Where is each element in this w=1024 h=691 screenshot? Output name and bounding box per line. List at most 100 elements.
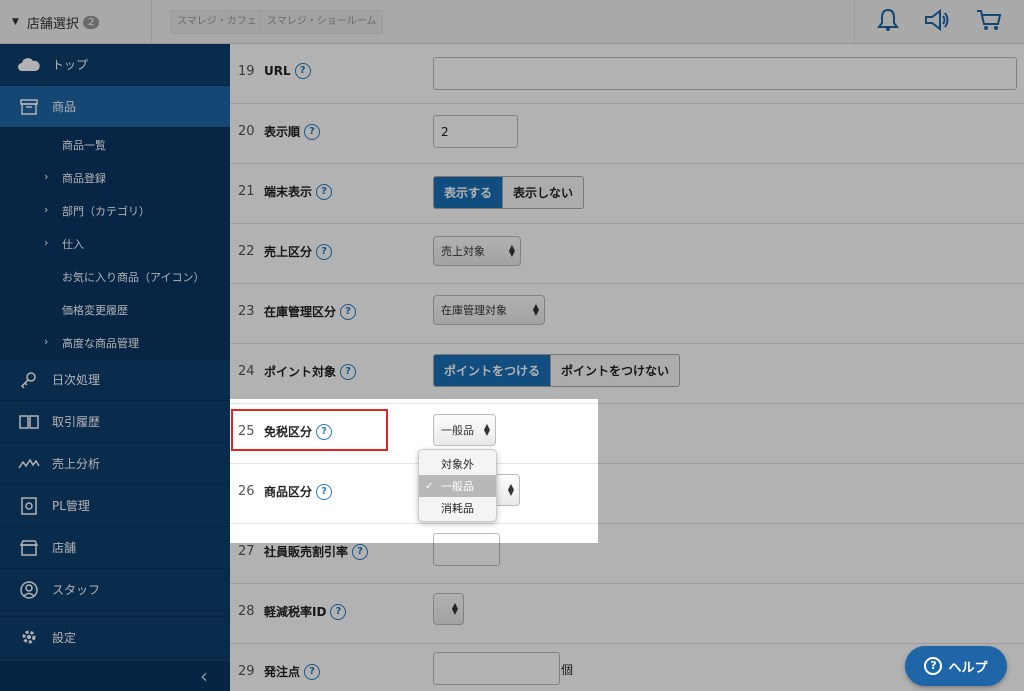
box-icon [18, 98, 40, 115]
product-form: 19 URL? 20 表示順? 2 21 端末表示? 表示する 表示しない 22… [230, 44, 1024, 691]
employee-discount-input[interactable] [433, 533, 500, 566]
sidebar-item-top[interactable]: トップ [0, 44, 230, 86]
sales-division-select[interactable]: 売上対象 ▲ ▼ [433, 236, 521, 266]
stock-management-select[interactable]: 在庫管理対象 ▲ ▼ [433, 295, 545, 325]
store-select-dropdown[interactable]: ▼ 店舗選択 2 [0, 0, 152, 44]
form-row-employee-discount: 27 社員販売割引率? [230, 524, 1024, 584]
sidebar-item-sales-analysis[interactable]: 売上分析 [0, 443, 230, 485]
sidebar-item-label: スタッフ [52, 583, 101, 597]
store-select-label: 店舗選択 [26, 16, 79, 32]
help-icon[interactable]: ? [340, 303, 357, 320]
help-icon[interactable]: ? [340, 363, 357, 380]
cart-icon[interactable] [976, 8, 1002, 36]
tax-free-select[interactable]: 一般品 ▲ ▼ [433, 414, 496, 446]
chevron-right-icon: › [44, 236, 49, 249]
submenu-label: 部門（カテゴリ） [62, 204, 150, 218]
help-icon[interactable]: ? [304, 663, 321, 680]
select-value: 在庫管理対象 [441, 304, 507, 317]
submenu-item-product-list[interactable]: 商品一覧 [0, 128, 230, 161]
row-label-text: 端末表示 [264, 185, 313, 199]
point-on-button[interactable]: ポイントをつける [434, 355, 551, 386]
reduced-tax-select[interactable]: ▲ ▼ [433, 593, 464, 625]
submenu-item-category[interactable]: › 部門（カテゴリ） [0, 194, 230, 227]
row-label: ポイント対象? [264, 363, 357, 380]
store-icon [18, 539, 40, 556]
display-order-input[interactable]: 2 [433, 115, 518, 148]
select-arrows-icon: ▲ ▼ [508, 243, 515, 258]
terminal-display-off-button[interactable]: 表示しない [502, 177, 584, 208]
sidebar-item-label: 店舗 [52, 541, 77, 555]
dropdown-option-excluded[interactable]: 対象外 [419, 453, 496, 475]
help-icon[interactable]: ? [352, 543, 369, 560]
row-label: 表示順? [264, 123, 321, 140]
row-number: 27 [238, 544, 255, 559]
sidebar-item-label: 売上分析 [52, 457, 101, 471]
checkmark-icon: ✓ [425, 480, 434, 492]
store-tab-cafe[interactable]: スマレジ・カフェ [170, 10, 264, 34]
point-off-button[interactable]: ポイントをつけない [550, 355, 680, 386]
row-label: 売上区分? [264, 243, 333, 260]
highlight-box [231, 409, 388, 451]
sidebar-item-label: PL管理 [52, 499, 90, 513]
sidebar-item-label: 日次処理 [52, 373, 101, 387]
form-row-product-division: 26 商品区分? ▲ ▼ [230, 464, 1024, 524]
question-icon: ? [924, 657, 943, 675]
help-icon[interactable]: ? [316, 183, 333, 200]
chevron-right-icon: › [44, 170, 49, 183]
sidebar: トップ 商品 商品一覧 › 商品登録 › 部門（カテゴリ） › 仕入 お気に入り商品（… [0, 44, 230, 691]
help-icon[interactable]: ? [330, 603, 347, 620]
dropdown-option-consumable[interactable]: 消耗品 [419, 497, 496, 519]
gear-icon [18, 628, 40, 646]
sidebar-collapse-button[interactable]: ‹ [0, 661, 230, 691]
chevron-right-icon: › [44, 203, 49, 216]
store-tab-showroom[interactable]: スマレジ・ショールーム [260, 10, 384, 34]
point-target-toggle: ポイントをつける ポイントをつけない [433, 354, 681, 387]
row-label-text: 発注点 [264, 665, 301, 679]
megaphone-icon[interactable] [923, 8, 951, 36]
help-icon[interactable]: ? [316, 243, 333, 260]
help-icon[interactable]: ? [316, 483, 333, 500]
submenu-item-favorite-products[interactable]: お気に入り商品（アイコン） [0, 260, 230, 293]
form-row-stock-management: 23 在庫管理区分? 在庫管理対象 ▲ ▼ [230, 284, 1024, 344]
chevron-left-icon: ‹ [200, 664, 208, 688]
sidebar-item-transactions[interactable]: 取引履歴 [0, 401, 230, 443]
bell-icon[interactable] [877, 8, 900, 36]
sidebar-item-staff[interactable]: スタッフ [0, 569, 230, 611]
sidebar-item-label: 取引履歴 [52, 415, 101, 429]
select-value: 一般品 [441, 424, 474, 437]
select-arrows-icon: ▲ ▼ [451, 601, 458, 616]
order-point-input[interactable] [433, 652, 560, 685]
terminal-display-on-button[interactable]: 表示する [434, 177, 503, 208]
row-label: 軽減税率ID? [264, 603, 347, 620]
row-number: 21 [238, 184, 255, 199]
row-number: 24 [238, 364, 255, 379]
sidebar-item-daily[interactable]: 日次処理 [0, 359, 230, 401]
row-label: 在庫管理区分? [264, 303, 357, 320]
row-label-text: 売上区分 [264, 245, 313, 259]
submenu-item-product-register[interactable]: › 商品登録 [0, 161, 230, 194]
sidebar-item-pl[interactable]: PL管理 [0, 485, 230, 527]
row-label: URL? [264, 63, 311, 79]
help-button[interactable]: ? ヘルプ [905, 646, 1007, 686]
help-icon[interactable]: ? [294, 63, 311, 79]
submenu-item-advanced-management[interactable]: › 高度な商品管理 [0, 326, 230, 359]
products-submenu: 商品一覧 › 商品登録 › 部門（カテゴリ） › 仕入 お気に入り商品（アイコン） 価… [0, 128, 230, 359]
cloud-icon [18, 57, 40, 72]
sidebar-item-products[interactable]: 商品 [0, 86, 230, 128]
submenu-item-purchase[interactable]: › 仕入 [0, 227, 230, 260]
row-label: 商品区分? [264, 483, 333, 500]
submenu-label: 価格変更履歴 [62, 303, 128, 317]
help-icon[interactable]: ? [304, 123, 321, 140]
form-row-point-target: 24 ポイント対象? ポイントをつける ポイントをつけない [230, 344, 1024, 404]
sidebar-item-settings[interactable]: 設定 [0, 616, 230, 658]
url-input[interactable] [433, 57, 1017, 90]
sidebar-item-stores[interactable]: 店舗 [0, 527, 230, 569]
submenu-item-price-history[interactable]: 価格変更履歴 [0, 293, 230, 326]
form-row-reduced-tax: 28 軽減税率ID? ▲ ▼ [230, 584, 1024, 644]
select-value: 売上対象 [441, 245, 485, 258]
row-number: 22 [238, 244, 255, 259]
report-icon [18, 496, 40, 515]
row-number: 20 [238, 124, 255, 139]
sidebar-item-label: トップ [52, 58, 89, 72]
dropdown-option-general[interactable]: ✓ 一般品 [419, 475, 496, 497]
